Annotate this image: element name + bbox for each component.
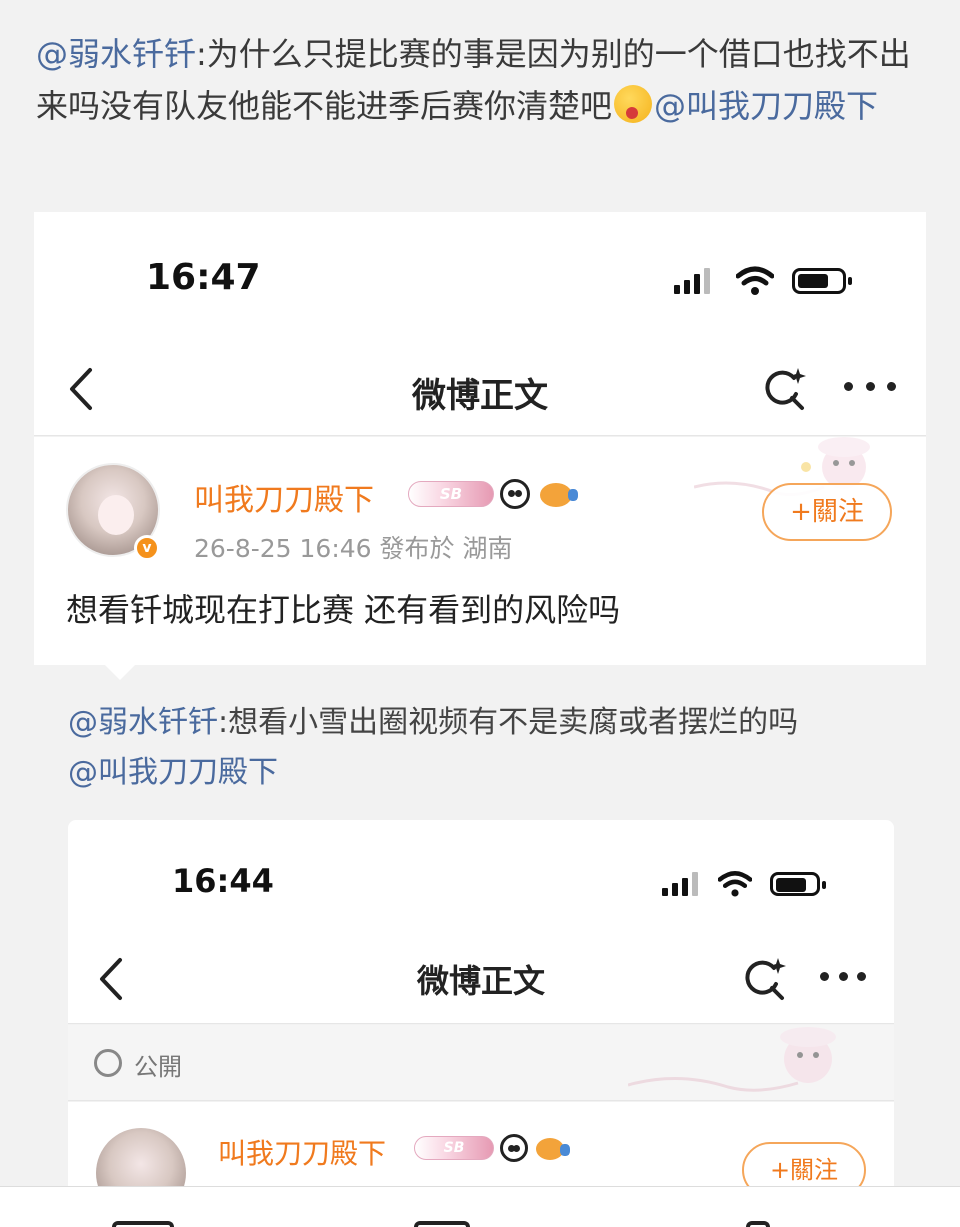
globe-icon <box>94 1049 122 1077</box>
inner-fish-icon <box>536 1138 570 1160</box>
inner-bunny-badge: SB <box>414 1136 494 1160</box>
like-icon[interactable] <box>746 1221 770 1227</box>
status-bar: 16:47 <box>34 212 926 342</box>
post-username[interactable]: 叫我刀刀殿下 <box>194 475 374 519</box>
comment-icon[interactable] <box>414 1221 470 1227</box>
inner-nav-bar: 微博正文 <box>68 932 894 1024</box>
inner-more-icon <box>820 972 866 984</box>
inner-search-icon <box>745 958 786 1000</box>
nested-screenshot: 16:44 微博正文 公開 叫我刀刀殿下 SB +關注 <box>68 820 894 1212</box>
visibility-row: 公開 <box>68 1025 894 1101</box>
fish-icon <box>540 483 578 507</box>
visibility-label: 公開 <box>134 1053 182 1081</box>
battery-icon <box>792 268 852 294</box>
inner-battery-icon <box>770 872 826 896</box>
follow-button[interactable]: +關注 <box>762 483 892 541</box>
post-body: 想看钎城现在打比赛 还有看到的风险吗 <box>66 591 621 629</box>
repost-mention-target[interactable]: @叫我刀刀殿下 <box>654 87 878 125</box>
nav-bar: 微博正文 <box>34 342 926 436</box>
panda-icon <box>500 479 530 509</box>
repost-mention-author[interactable]: @弱水钎钎 <box>36 35 196 73</box>
weibo-post: v 叫我刀刀殿下 SB 26-8-25 16:46 發布於 湖南 +關注 想看钎… <box>34 437 926 665</box>
verified-badge-icon: v <box>134 535 160 561</box>
inner-panda-icon <box>500 1134 528 1162</box>
inner-wifi-icon <box>718 871 752 897</box>
repost-icon[interactable] <box>112 1221 174 1227</box>
inner-decoration-image <box>628 1027 836 1092</box>
bottom-toolbar <box>0 1186 960 1227</box>
post-pointer <box>104 664 136 680</box>
bunny-badge: SB <box>408 481 494 507</box>
status-time: 16:47 <box>146 257 261 298</box>
embedded-screenshot: 16:47 微博正文 v 叫我刀刀殿下 SB 26-8-25 16:46 發布於… <box>34 212 926 1212</box>
inner-post-username: 叫我刀刀殿下 <box>218 1137 387 1170</box>
inner-status-time: 16:44 <box>172 862 274 900</box>
inner-signal-icon <box>662 872 698 896</box>
search-icon[interactable] <box>758 364 808 414</box>
repost-text: @弱水钎钎:为什么只提比赛的事是因为别的一个借口也找不出来吗没有队友他能不能进季… <box>36 28 926 132</box>
post-meta: 26-8-25 16:46 發布於 湖南 <box>194 534 513 563</box>
wifi-icon <box>736 266 774 295</box>
inner-mention-target[interactable]: @叫我刀刀殿下 <box>68 755 278 790</box>
emoji-face-icon <box>614 85 653 123</box>
inner-repost-body: :想看小雪出圈视频有不是卖腐或者摆烂的吗 <box>218 705 799 740</box>
more-icon[interactable] <box>844 382 896 394</box>
inner-repost-text: @弱水钎钎:想看小雪出圈视频有不是卖腐或者摆烂的吗 @叫我刀刀殿下 <box>68 698 898 798</box>
signal-icon <box>674 268 710 294</box>
inner-mention-author[interactable]: @弱水钎钎 <box>68 705 218 740</box>
inner-status-bar: 16:44 <box>68 820 894 932</box>
